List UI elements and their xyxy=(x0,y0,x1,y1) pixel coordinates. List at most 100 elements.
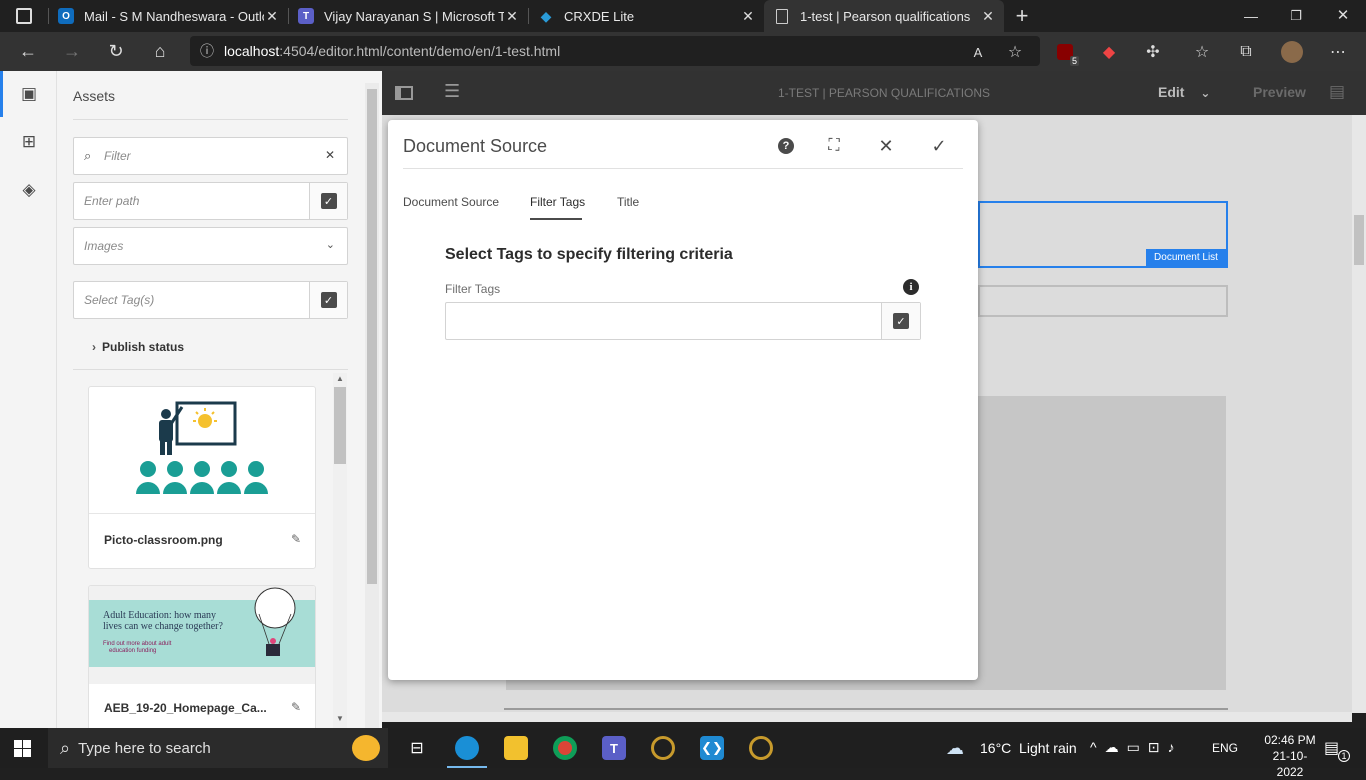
home-icon[interactable]: ⌂ xyxy=(145,32,175,71)
outlook-icon: O xyxy=(58,8,74,24)
tags-input[interactable]: Select Tag(s) ✓ xyxy=(73,281,348,319)
annotations-icon[interactable]: ▤ xyxy=(1329,82,1345,102)
placeholder-component[interactable] xyxy=(978,285,1228,317)
panel-scroll-thumb[interactable] xyxy=(367,89,377,584)
chevron-right-icon: › xyxy=(92,340,96,354)
close-tab-icon[interactable]: ✕ xyxy=(504,8,520,25)
help-icon[interactable]: ? xyxy=(772,134,800,158)
teams-taskbar-icon[interactable]: T xyxy=(602,736,626,760)
read-aloud-icon[interactable]: A xyxy=(966,40,990,64)
start-button[interactable] xyxy=(14,740,31,757)
close-icon[interactable]: ✕ xyxy=(872,134,900,158)
tab-title[interactable]: Title xyxy=(617,195,639,209)
extensions-icon[interactable]: ✣ xyxy=(1141,40,1165,64)
system-tray-icons[interactable]: ^☁▭⊡♪ xyxy=(1090,739,1183,756)
profile-avatar[interactable] xyxy=(1280,40,1304,64)
close-tab-icon[interactable]: ✕ xyxy=(264,8,280,25)
notification-center-icon[interactable]: ▤ 1 xyxy=(1324,738,1350,762)
tab-actions-icon[interactable] xyxy=(16,8,32,24)
taskbar-search-box[interactable]: ⌕ Type here to search xyxy=(48,728,388,768)
weather-icon[interactable]: ☁ xyxy=(946,738,964,759)
favorites-icon[interactable]: ☆ xyxy=(1190,40,1214,64)
fullscreen-icon[interactable]: ⛶ xyxy=(820,134,848,158)
edit-mode-dropdown[interactable]: Edit ⌄ xyxy=(1158,84,1210,100)
path-input[interactable]: Enter path ✓ xyxy=(73,182,348,220)
forward-icon[interactable]: → xyxy=(57,32,87,71)
confirm-check-icon[interactable]: ✓ xyxy=(925,134,953,158)
task-view-icon[interactable]: ⊟ xyxy=(405,736,429,760)
canvas-v-scrollbar[interactable] xyxy=(1352,115,1366,713)
tab-outlook[interactable]: O Mail - S M Nandheswara - Outlo ✕ xyxy=(48,0,288,32)
windows-taskbar: ⌕ Type here to search ⊟ T ❮❯ ☁ 16°C Ligh… xyxy=(0,728,1366,779)
site-info-icon[interactable]: ⓘ xyxy=(190,41,224,61)
teams-icon: T xyxy=(298,8,314,24)
filter-input[interactable]: ⌕ Filter ✕ xyxy=(73,137,348,175)
components-icon[interactable]: ⊞ xyxy=(18,131,40,153)
asset-type-select[interactable]: Images ⌄ xyxy=(73,227,348,265)
active-tab-underline xyxy=(530,218,582,220)
filter-placeholder: Filter xyxy=(104,149,131,163)
checkbox-icon: ✓ xyxy=(320,193,337,209)
close-window-button[interactable]: ✕ xyxy=(1332,0,1354,32)
path-browse-button[interactable]: ✓ xyxy=(309,183,347,219)
publish-status-label: Publish status xyxy=(102,340,185,354)
balloon-illustration xyxy=(254,587,296,656)
banner-line-2: lives can we change together? xyxy=(103,621,223,632)
canvas-v-scroll-thumb[interactable] xyxy=(1354,215,1364,265)
publish-status-toggle[interactable]: › Publish status xyxy=(92,340,184,354)
info-icon[interactable]: i xyxy=(903,279,919,295)
scroll-up-arrow[interactable]: ▲ xyxy=(336,374,344,383)
clock-date: 21-10-2022 xyxy=(1272,749,1308,779)
clock[interactable]: 02:46 PM 21-10-2022 xyxy=(1262,732,1318,780)
tab-label: Mail - S M Nandheswara - Outlo xyxy=(84,8,264,24)
minimize-button[interactable]: — xyxy=(1240,0,1262,32)
close-tab-icon[interactable]: ✕ xyxy=(980,8,996,25)
back-icon[interactable]: ← xyxy=(13,32,43,71)
preview-button[interactable]: Preview xyxy=(1253,84,1306,100)
app-taskbar-icon[interactable] xyxy=(651,736,675,760)
vscode-taskbar-icon[interactable]: ❮❯ xyxy=(700,736,724,760)
edit-pencil-icon[interactable]: ✎ xyxy=(291,532,301,546)
more-icon[interactable]: ⋯ xyxy=(1326,40,1350,64)
search-placeholder: Type here to search xyxy=(78,739,211,757)
tag-picker-button[interactable]: ✓ xyxy=(881,303,920,339)
asset-card[interactable]: Picto-classroom.png ✎ xyxy=(88,386,316,569)
eraser-extension-icon[interactable]: ◆ xyxy=(1097,40,1121,64)
tab-crxde[interactable]: ◆ CRXDE Lite ✕ xyxy=(528,0,764,32)
assets-icon[interactable]: ▣ xyxy=(18,83,40,105)
restore-button[interactable]: ❐ xyxy=(1285,0,1307,32)
scroll-down-arrow[interactable]: ▼ xyxy=(336,714,344,723)
url-host: localhost xyxy=(224,43,280,59)
tab-teams[interactable]: T Vijay Narayanan S | Microsoft Te ✕ xyxy=(288,0,528,32)
tab-document-source[interactable]: Document Source xyxy=(403,195,499,209)
tab-filter-tags[interactable]: Filter Tags xyxy=(530,195,585,209)
tags-picker-button[interactable]: ✓ xyxy=(309,282,347,318)
page-icon xyxy=(776,8,788,24)
close-tab-icon[interactable]: ✕ xyxy=(740,8,756,25)
refresh-icon[interactable]: ↻ xyxy=(101,32,131,71)
canvas-h-scrollbar[interactable] xyxy=(382,712,1352,722)
chrome-taskbar-icon[interactable] xyxy=(553,736,577,760)
tab-label: Vijay Narayanan S | Microsoft Te xyxy=(324,8,504,24)
app-taskbar-icon[interactable] xyxy=(749,736,773,760)
collections-icon[interactable]: ⧉ xyxy=(1234,40,1258,64)
content-tree-icon[interactable]: ◈ xyxy=(18,179,40,201)
notification-count: 1 xyxy=(1338,750,1350,762)
address-bar[interactable]: ⓘ localhost:4504/editor.html/content/dem… xyxy=(190,36,1040,66)
page-properties-icon[interactable]: ☰ xyxy=(444,81,460,102)
edit-pencil-icon[interactable]: ✎ xyxy=(291,700,301,714)
language-indicator[interactable]: ENG xyxy=(1212,741,1238,755)
asset-card[interactable]: Adult Education: how many lives can we c… xyxy=(88,585,316,745)
clear-filter-icon[interactable]: ✕ xyxy=(325,148,335,162)
edge-taskbar-icon[interactable] xyxy=(455,736,479,760)
favorite-star-icon[interactable]: ☆ xyxy=(1003,40,1027,64)
toggle-side-panel-icon[interactable] xyxy=(395,86,413,100)
new-tab-button[interactable]: + xyxy=(1010,2,1034,30)
search-highlight-icon xyxy=(352,735,380,761)
ublock-extension-icon[interactable]: 5 xyxy=(1053,40,1079,66)
asset-list-scroll-thumb[interactable] xyxy=(334,387,346,464)
weather-text[interactable]: 16°C Light rain xyxy=(980,740,1077,756)
filter-tags-input[interactable]: ✓ xyxy=(445,302,921,340)
file-explorer-icon[interactable] xyxy=(504,736,528,760)
tab-1-test[interactable]: 1-test | Pearson qualifications ✕ xyxy=(764,0,1004,32)
